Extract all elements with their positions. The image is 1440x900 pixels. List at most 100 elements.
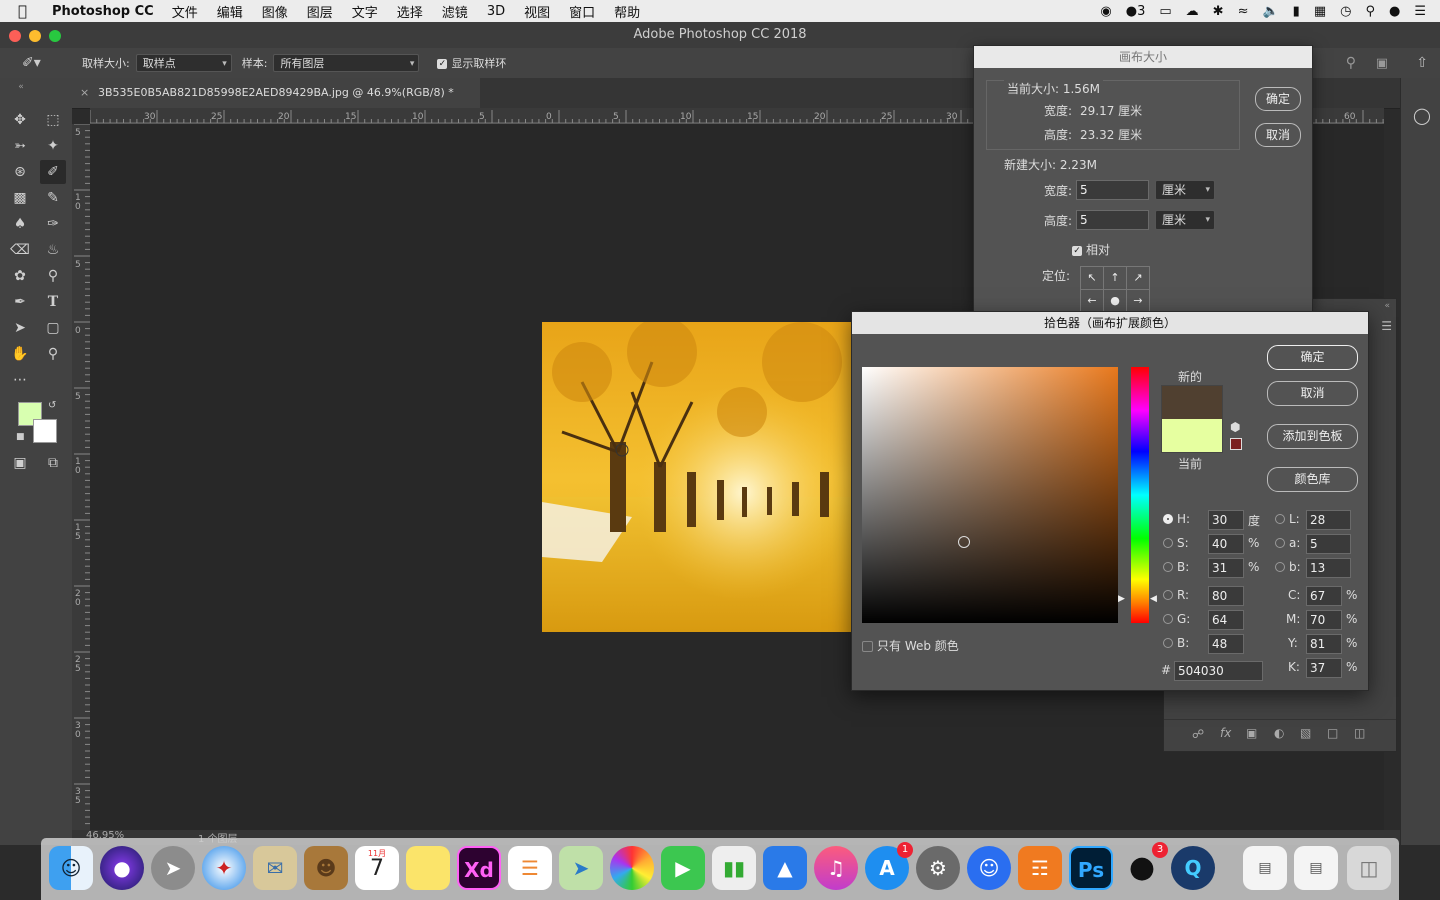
eyedropper-tool-icon[interactable]: ✐: [40, 160, 66, 184]
menu-select[interactable]: 选择: [397, 2, 423, 21]
record-icon[interactable]: ◉: [1100, 4, 1111, 19]
calendar-icon[interactable]: 11月 7: [355, 846, 399, 890]
blue-input[interactable]: 48: [1208, 634, 1244, 654]
blur-tool-icon[interactable]: ✿: [7, 264, 33, 288]
fx-icon[interactable]: fx: [1220, 726, 1231, 740]
menu-layer[interactable]: 图层: [307, 2, 333, 21]
a-input[interactable]: 5: [1306, 534, 1351, 554]
c-input[interactable]: 67: [1306, 586, 1342, 606]
m-input[interactable]: 70: [1306, 610, 1342, 630]
type-tool-icon[interactable]: T: [40, 290, 66, 314]
swap-colors-icon[interactable]: ↺: [48, 400, 56, 411]
show-sampling-ring-checkbox[interactable]: ✓ 显示取样环: [437, 55, 506, 71]
new-width-input[interactable]: 5: [1076, 180, 1149, 200]
color-libraries-button[interactable]: 颜色库: [1267, 467, 1358, 492]
patch-tool-icon[interactable]: ▩: [7, 186, 33, 210]
web-safe-color-icon[interactable]: [1230, 438, 1242, 450]
anchor-grid[interactable]: ↖ ↑ ↗ ← ● →: [1080, 266, 1150, 313]
marquee-tool-icon[interactable]: ⬚: [40, 108, 66, 132]
search-icon[interactable]: ⚲: [1346, 55, 1356, 71]
h-input[interactable]: 30: [1208, 510, 1244, 530]
photos-icon[interactable]: [610, 846, 654, 890]
eraser-tool-icon[interactable]: ⌫: [7, 238, 33, 262]
itunes-music-icon[interactable]: ♫: [814, 846, 858, 890]
zoom-tool-icon[interactable]: ⚲: [40, 342, 66, 366]
g-input[interactable]: 64: [1208, 610, 1244, 630]
notes-icon[interactable]: [406, 846, 450, 890]
share-icon[interactable]: ⇧: [1416, 55, 1428, 71]
ibooks-icon[interactable]: ☶: [1018, 846, 1062, 890]
apple-icon[interactable]: : [18, 2, 34, 20]
gamut-warning-cube-icon[interactable]: ⬢: [1230, 420, 1240, 434]
learn-lightbulb-icon[interactable]: ◯: [1413, 106, 1431, 125]
panel-menu-icon[interactable]: ☰: [1381, 319, 1392, 333]
wifi-icon[interactable]: ≈: [1238, 4, 1249, 19]
lasso-tool-icon[interactable]: ➳: [7, 134, 33, 158]
facetime-icon[interactable]: ▶: [661, 846, 705, 890]
input-method-icon[interactable]: ▦: [1314, 4, 1326, 19]
hand-tool-icon[interactable]: ✋: [7, 342, 33, 366]
maps-icon[interactable]: ➤: [559, 846, 603, 890]
canvas-ok-button[interactable]: 确定: [1255, 87, 1301, 111]
launchpad-rocket-icon[interactable]: ➤: [151, 846, 195, 890]
menu-window[interactable]: 窗口: [569, 2, 595, 21]
move-tool-icon[interactable]: ✥: [7, 108, 33, 132]
downloads-stack-icon[interactable]: ▤: [1294, 846, 1338, 890]
menu-type[interactable]: 文字: [352, 2, 378, 21]
dodge-tool-icon[interactable]: ⚲: [40, 264, 66, 288]
qq-menubar-icon[interactable]: ●3: [1126, 4, 1146, 19]
delete-layer-icon[interactable]: ◫: [1354, 726, 1365, 740]
close-tab-icon[interactable]: ×: [80, 78, 89, 108]
hue-slider-right-handle-icon[interactable]: ◀: [1150, 594, 1157, 604]
brush-tool-icon[interactable]: ✎: [40, 186, 66, 210]
clone-stamp-tool-icon[interactable]: ♠: [7, 212, 33, 236]
collapse-panel-icon[interactable]: «: [1384, 301, 1390, 311]
pen-tool-icon[interactable]: ✒: [7, 290, 33, 314]
menu-file[interactable]: 文件: [172, 2, 198, 21]
adobe-xd-icon[interactable]: Xd: [457, 846, 501, 890]
app-store-icon[interactable]: A1: [865, 842, 913, 890]
h-radio[interactable]: [1163, 514, 1173, 524]
anchor-top-right-arrow-icon[interactable]: ↗: [1126, 266, 1150, 290]
document-image-autumn-trees[interactable]: [542, 322, 852, 632]
anchor-top-arrow-icon[interactable]: ↑: [1103, 266, 1127, 290]
picker-ok-button[interactable]: 确定: [1267, 345, 1358, 370]
width-unit-select[interactable]: 厘米 ▾: [1155, 180, 1215, 200]
smiley-app-icon[interactable]: ☺: [967, 846, 1011, 890]
menu-image[interactable]: 图像: [262, 2, 288, 21]
finder-icon[interactable]: ☺: [49, 846, 93, 890]
s-radio[interactable]: [1163, 538, 1173, 548]
quicktime-icon[interactable]: Q: [1171, 846, 1215, 890]
blue-radio[interactable]: [1163, 638, 1173, 648]
default-colors-icon[interactable]: ■: [16, 432, 25, 442]
color-field[interactable]: [862, 367, 1118, 623]
color-field-cursor[interactable]: [958, 536, 970, 548]
sample-layers-select[interactable]: 所有图层 ▾: [273, 54, 420, 72]
quick-mask-icon[interactable]: ▣: [7, 451, 33, 475]
safari-compass-icon[interactable]: ✦: [202, 846, 246, 890]
link-layers-icon[interactable]: ☍: [1192, 727, 1204, 741]
hex-input[interactable]: 504030: [1174, 661, 1263, 681]
path-selection-tool-icon[interactable]: ➤: [7, 316, 33, 340]
menu-app-name[interactable]: Photoshop CC: [52, 4, 154, 19]
clock-icon[interactable]: ◷: [1340, 4, 1351, 19]
menu-3d[interactable]: 3D: [487, 4, 505, 19]
anchor-center-icon[interactable]: ●: [1103, 289, 1127, 313]
notification-center-icon[interactable]: ☰: [1414, 4, 1426, 19]
hue-slider-left-handle-icon[interactable]: ▶: [1118, 594, 1125, 604]
new-height-input[interactable]: 5: [1076, 210, 1149, 230]
brightness-input[interactable]: 31: [1208, 558, 1244, 578]
lab-b-input[interactable]: 13: [1306, 558, 1351, 578]
anchor-right-arrow-icon[interactable]: →: [1126, 289, 1150, 313]
display-icon[interactable]: ▭: [1159, 4, 1171, 19]
trash-icon[interactable]: ◫: [1347, 846, 1391, 890]
sample-size-select[interactable]: 取样点 ▾: [135, 54, 232, 72]
lab-b-radio[interactable]: [1275, 562, 1285, 572]
paint-bucket-tool-icon[interactable]: ♨: [40, 238, 66, 262]
adjustment-layer-icon[interactable]: ◐: [1274, 726, 1284, 740]
menu-edit[interactable]: 编辑: [217, 2, 243, 21]
battery-icon[interactable]: ▮: [1293, 4, 1300, 19]
cloud-icon[interactable]: ☁: [1186, 4, 1199, 19]
anchor-top-left-arrow-icon[interactable]: ↖: [1080, 266, 1104, 290]
menu-view[interactable]: 视图: [524, 2, 550, 21]
